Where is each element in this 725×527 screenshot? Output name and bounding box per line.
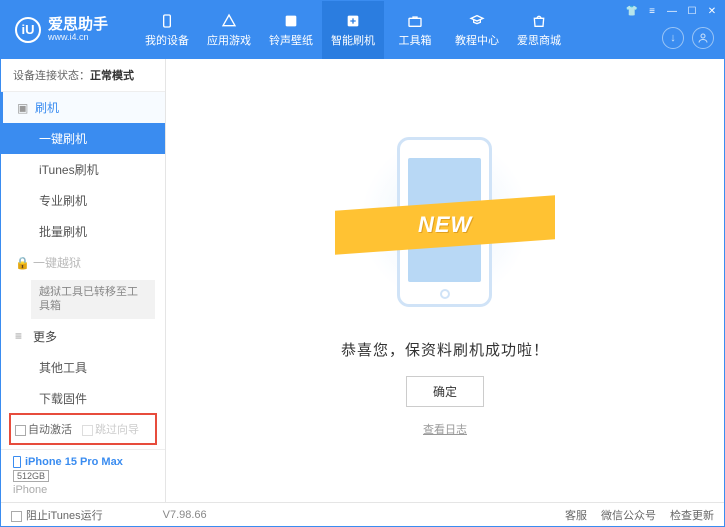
logo: iU 爱思助手 www.i4.cn xyxy=(1,17,118,43)
app-header: iU 爱思助手 www.i4.cn 我的设备 应用游戏 铃声壁纸 智能刷机 工具… xyxy=(1,1,724,59)
version-label: V7.98.66 xyxy=(163,509,207,521)
menu-itunes-flash[interactable]: iTunes刷机 xyxy=(1,154,165,185)
device-storage: 512GB xyxy=(13,470,49,482)
logo-icon: iU xyxy=(15,17,41,43)
app-title: 爱思助手 xyxy=(48,17,108,34)
flash-icon: ▣ xyxy=(17,101,29,115)
menu-other-tools[interactable]: 其他工具 xyxy=(1,352,165,383)
main-content: NEW 恭喜您，保资料刷机成功啦！ 确定 查看日志 xyxy=(166,59,724,502)
menu-download-fw[interactable]: 下载固件 xyxy=(1,383,165,409)
nav-apps-games[interactable]: 应用游戏 xyxy=(198,1,260,59)
auto-activate-checkbox[interactable]: 自动激活 xyxy=(15,421,72,437)
footer-support[interactable]: 客服 xyxy=(565,507,587,523)
footer-wechat[interactable]: 微信公众号 xyxy=(601,507,656,523)
phone-icon xyxy=(13,456,21,468)
nav-toolbox[interactable]: 工具箱 xyxy=(384,1,446,59)
success-illustration: NEW xyxy=(355,125,535,325)
close-icon[interactable]: ✕ xyxy=(706,5,718,17)
nav-tutorials[interactable]: 教程中心 xyxy=(446,1,508,59)
menu-group-flash[interactable]: ▣刷机 xyxy=(1,92,165,123)
success-message: 恭喜您，保资料刷机成功啦！ xyxy=(341,339,549,360)
device-type: iPhone xyxy=(13,484,153,496)
block-itunes-checkbox[interactable]: 阻止iTunes运行 xyxy=(11,507,103,523)
menu-group-jailbreak[interactable]: 🔒一键越狱 xyxy=(1,247,165,278)
download-button[interactable]: ↓ xyxy=(662,27,684,49)
nav-my-device[interactable]: 我的设备 xyxy=(136,1,198,59)
ok-button[interactable]: 确定 xyxy=(406,376,484,407)
nav-smart-flash[interactable]: 智能刷机 xyxy=(322,1,384,59)
menu-group-more[interactable]: ≡更多 xyxy=(1,321,165,352)
nav-store[interactable]: 爱思商城 xyxy=(508,1,570,59)
skip-guide-checkbox: 跳过向导 xyxy=(82,421,139,437)
nav-ringtones[interactable]: 铃声壁纸 xyxy=(260,1,322,59)
device-info[interactable]: iPhone 15 Pro Max 512GB iPhone xyxy=(1,449,165,502)
menu-onekey-flash[interactable]: 一键刷机 xyxy=(1,123,165,154)
top-nav: 我的设备 应用游戏 铃声壁纸 智能刷机 工具箱 教程中心 爱思商城 xyxy=(136,1,570,59)
footer-update[interactable]: 检查更新 xyxy=(670,507,714,523)
connection-status: 设备连接状态：正常模式 xyxy=(1,59,165,92)
app-url: www.i4.cn xyxy=(48,33,108,43)
minimize-icon[interactable]: — xyxy=(666,5,678,17)
jailbreak-note: 越狱工具已转移至工具箱 xyxy=(31,280,155,319)
lock-icon: 🔒 xyxy=(15,256,27,270)
more-icon: ≡ xyxy=(15,329,27,343)
footer: 阻止iTunes运行 V7.98.66 客服 微信公众号 检查更新 xyxy=(1,502,724,527)
window-controls: 👕 ≡ — ☐ ✕ xyxy=(626,5,718,17)
skin-icon[interactable]: 👕 xyxy=(626,5,638,17)
user-button[interactable] xyxy=(692,27,714,49)
activation-options: 自动激活 跳过向导 xyxy=(9,413,157,445)
sidebar: 设备连接状态：正常模式 ▣刷机 一键刷机 iTunes刷机 专业刷机 批量刷机 … xyxy=(1,59,166,502)
view-log-link[interactable]: 查看日志 xyxy=(423,421,467,437)
menu-batch-flash[interactable]: 批量刷机 xyxy=(1,216,165,247)
menu-icon[interactable]: ≡ xyxy=(646,5,658,17)
menu-pro-flash[interactable]: 专业刷机 xyxy=(1,185,165,216)
maximize-icon[interactable]: ☐ xyxy=(686,5,698,17)
